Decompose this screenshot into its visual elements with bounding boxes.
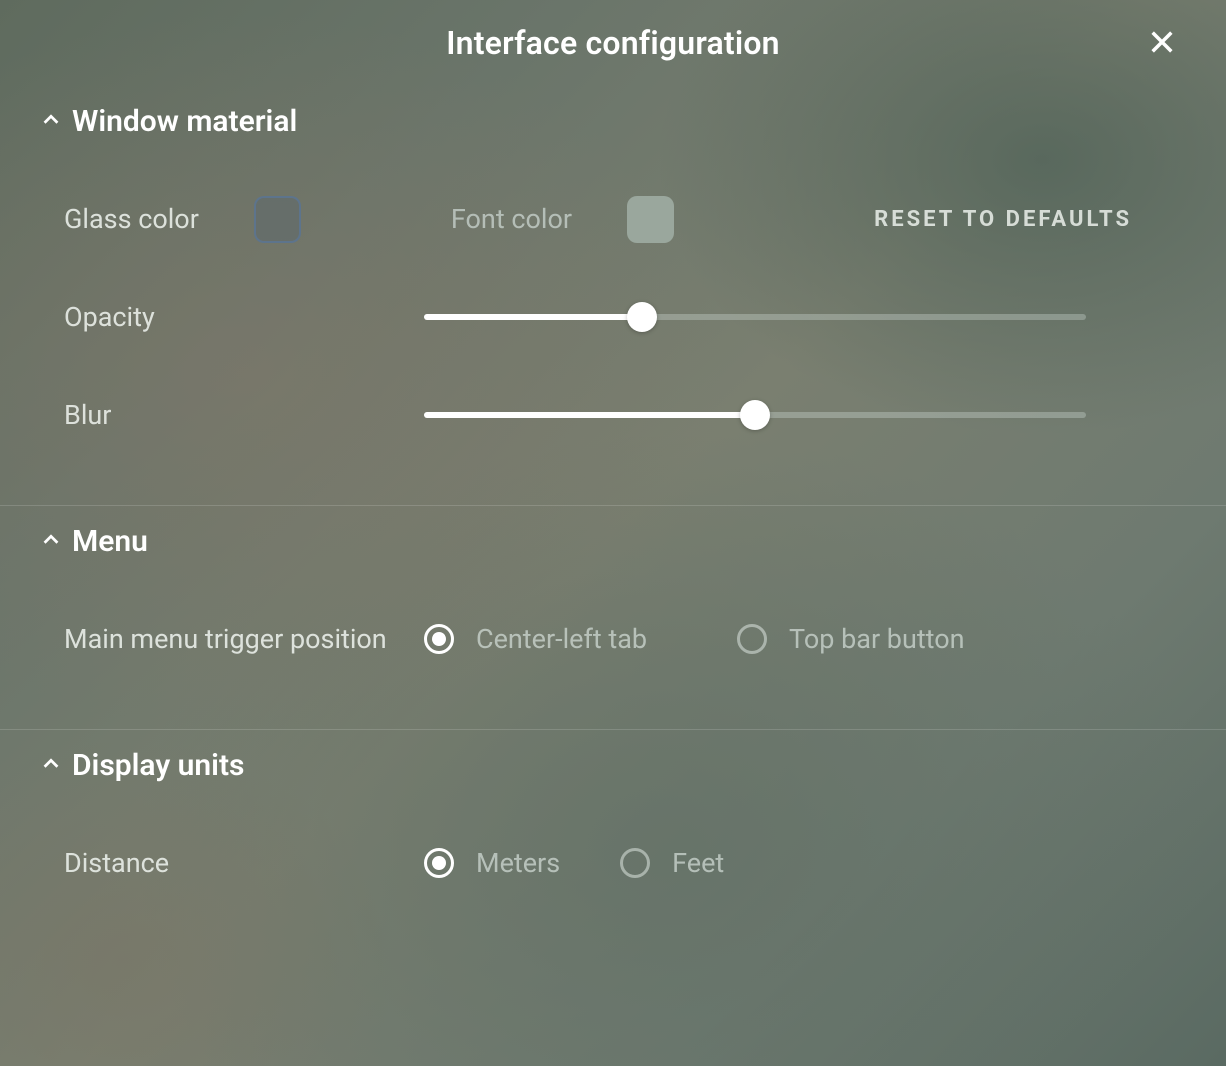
- row-opacity: Opacity: [40, 292, 1186, 342]
- interface-config-dialog: Interface configuration Window material …: [0, 0, 1226, 1066]
- section-window-material: Window material Glass color Font color R…: [0, 86, 1226, 505]
- font-color-swatch[interactable]: [627, 196, 674, 243]
- menu-trigger-label: Main menu trigger position: [64, 623, 424, 655]
- row-menu-trigger: Main menu trigger position Center-left t…: [40, 614, 1186, 664]
- dialog-header: Interface configuration: [0, 0, 1226, 86]
- radio-icon: [737, 624, 767, 654]
- section-title: Menu: [72, 524, 148, 559]
- reset-defaults-button[interactable]: RESET TO DEFAULTS: [874, 207, 1132, 232]
- glass-color-label: Glass color: [64, 203, 199, 235]
- radio-label: Center-left tab: [476, 623, 647, 655]
- section-menu: Menu Main menu trigger position Center-l…: [0, 505, 1226, 729]
- distance-label: Distance: [64, 847, 424, 879]
- section-header-menu[interactable]: Menu: [40, 524, 1186, 559]
- radio-icon: [424, 624, 454, 654]
- section-title: Display units: [72, 748, 244, 783]
- chevron-up-icon: [40, 109, 62, 135]
- slider-thumb[interactable]: [627, 302, 657, 332]
- radio-icon: [424, 848, 454, 878]
- radio-label: Top bar button: [789, 623, 965, 655]
- section-display-units: Display units Distance Meters Feet: [0, 729, 1226, 953]
- dialog-title: Interface configuration: [0, 24, 1226, 62]
- radio-center-left-tab[interactable]: Center-left tab: [424, 623, 647, 655]
- chevron-up-icon: [40, 529, 62, 555]
- font-color-label: Font color: [451, 203, 572, 235]
- section-header-display-units[interactable]: Display units: [40, 748, 1186, 783]
- opacity-slider[interactable]: [424, 302, 1086, 332]
- opacity-label: Opacity: [64, 301, 424, 333]
- row-blur: Blur: [40, 390, 1186, 440]
- blur-label: Blur: [64, 399, 424, 431]
- radio-top-bar-button[interactable]: Top bar button: [737, 623, 965, 655]
- section-header-window-material[interactable]: Window material: [40, 104, 1186, 139]
- blur-slider[interactable]: [424, 400, 1086, 430]
- section-title: Window material: [72, 104, 297, 139]
- row-colors: Glass color Font color RESET TO DEFAULTS: [40, 194, 1186, 244]
- radio-meters[interactable]: Meters: [424, 847, 560, 879]
- close-icon: [1148, 28, 1176, 56]
- radio-label: Meters: [476, 847, 560, 879]
- slider-thumb[interactable]: [740, 400, 770, 430]
- close-button[interactable]: [1142, 22, 1182, 62]
- radio-icon: [620, 848, 650, 878]
- chevron-up-icon: [40, 753, 62, 779]
- row-distance: Distance Meters Feet: [40, 838, 1186, 888]
- radio-label: Feet: [672, 847, 724, 879]
- radio-feet[interactable]: Feet: [620, 847, 724, 879]
- glass-color-swatch[interactable]: [254, 196, 301, 243]
